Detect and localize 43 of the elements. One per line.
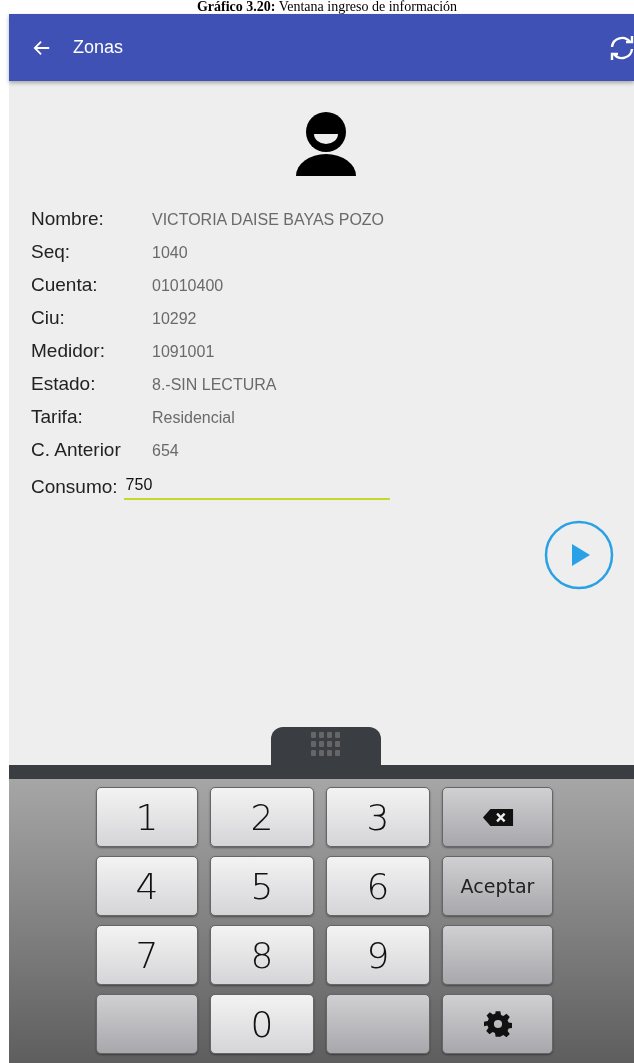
field-label: Nombre: <box>31 207 105 231</box>
blank-key[interactable] <box>96 994 198 1054</box>
digit-key[interactable]: 4 <box>96 856 198 916</box>
field-label: Seq: <box>31 240 72 264</box>
backspace-key[interactable] <box>442 787 553 847</box>
digit-key[interactable]: 2 <box>210 787 314 847</box>
field-value: 654 <box>152 441 180 461</box>
field-label: Tarifa: <box>31 405 84 429</box>
settings-key[interactable] <box>442 994 553 1054</box>
blank-key[interactable] <box>326 994 430 1054</box>
keyboard-handle[interactable] <box>270 727 381 765</box>
digit-key[interactable]: 9 <box>326 925 430 985</box>
back-arrow-icon[interactable] <box>33 38 51 57</box>
field-label: Ciu: <box>31 306 66 330</box>
digit-key[interactable]: 5 <box>210 856 314 916</box>
consumo-label: Consumo: <box>31 475 118 499</box>
settings-icon <box>483 1010 512 1038</box>
grid-dots-icon <box>309 731 342 759</box>
digit-key[interactable]: 1 <box>96 787 198 847</box>
digit-key[interactable]: 6 <box>326 856 430 916</box>
field-value: 8.-SIN LECTURA <box>152 375 278 395</box>
digit-key[interactable]: 0 <box>210 994 314 1054</box>
field-value: Residencial <box>152 408 236 428</box>
field-label: Estado: <box>31 372 97 396</box>
field-value: 1040 <box>152 243 189 263</box>
refresh-icon[interactable] <box>608 33 634 62</box>
field-label: Medidor: <box>31 339 106 363</box>
backspace-icon <box>481 807 514 827</box>
blank-key[interactable] <box>442 925 553 985</box>
accept-key[interactable]: Aceptar <box>442 856 553 916</box>
field-value: 1091001 <box>152 342 216 362</box>
digit-key[interactable]: 3 <box>326 787 430 847</box>
person-icon <box>293 110 358 176</box>
field-label: Cuenta: <box>31 273 99 297</box>
field-value: VICTORIA DAISE BAYAS POZO <box>152 210 386 230</box>
app-bar-title: Zonas <box>73 37 125 58</box>
figure-caption: Gráfico 3.20: Ventana ingreso de información <box>195 0 459 14</box>
consumo-input-field[interactable]: 750 <box>123 474 390 500</box>
digit-key[interactable]: 7 <box>96 925 198 985</box>
field-label: C. Anterior <box>31 438 122 462</box>
field-value: 01010400 <box>152 276 225 296</box>
field-value: 10292 <box>152 309 198 329</box>
digit-key[interactable]: 8 <box>210 925 314 985</box>
